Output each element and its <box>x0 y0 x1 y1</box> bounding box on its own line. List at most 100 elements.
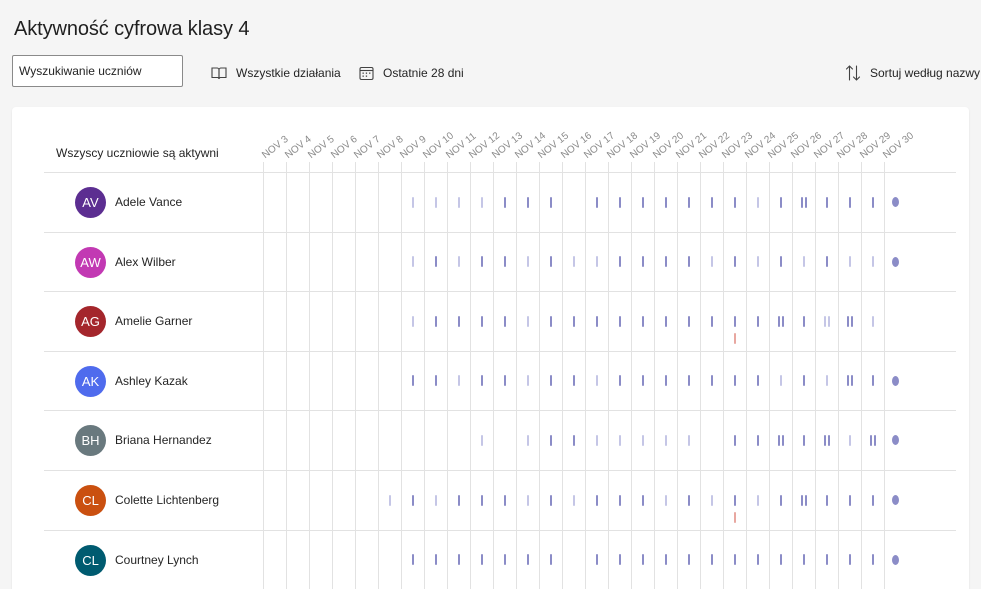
activity-mark <box>848 494 851 506</box>
activity-mark <box>434 256 437 268</box>
activity-mark <box>434 196 437 208</box>
activity-mark <box>595 256 598 268</box>
student-name[interactable]: Alex Wilber <box>115 255 176 269</box>
activity-mark <box>641 196 644 208</box>
search-input[interactable] <box>12 55 183 87</box>
day-column-divider <box>493 162 494 589</box>
activity-mark <box>664 375 667 387</box>
activity-mark <box>595 434 598 446</box>
book-icon <box>211 67 227 80</box>
activity-mark <box>434 315 437 327</box>
activity-mark <box>664 315 667 327</box>
activity-mark <box>850 375 853 387</box>
activity-mark <box>549 434 552 446</box>
day-column-divider <box>608 162 609 589</box>
activity-mark <box>779 554 782 566</box>
activity-mark <box>800 494 803 506</box>
day-column-divider <box>378 162 379 589</box>
day-column-divider <box>263 162 264 589</box>
activity-mark <box>618 494 621 506</box>
activity-mark <box>804 196 807 208</box>
activity-mark <box>733 196 736 208</box>
student-avatar[interactable]: AK <box>75 365 106 397</box>
activity-mark <box>526 375 529 387</box>
activity-mark <box>480 375 483 387</box>
activity-mark <box>641 375 644 387</box>
activity-mark <box>618 196 621 208</box>
activity-mark <box>687 434 690 446</box>
day-column-divider <box>700 162 701 589</box>
activity-mark <box>779 494 782 506</box>
activity-mark <box>618 256 621 268</box>
student-name[interactable]: Adele Vance <box>115 195 182 209</box>
date-range-button[interactable]: Ostatnie 28 dni <box>359 62 464 84</box>
day-column-divider <box>332 162 333 589</box>
activity-mark <box>871 315 874 327</box>
student-name[interactable]: Amelie Garner <box>115 314 192 328</box>
activity-mark <box>733 434 736 446</box>
activity-mark <box>641 256 644 268</box>
activity-status-label: Wszyscy uczniowie są aktywni <box>56 146 219 160</box>
activity-mark <box>618 375 621 387</box>
activity-mark <box>480 315 483 327</box>
activity-mark <box>756 196 759 208</box>
student-name[interactable]: Briana Hernandez <box>115 433 212 447</box>
sort-label: Sortuj według nazwy <box>870 66 981 80</box>
activity-mark <box>526 256 529 268</box>
activity-mark <box>549 315 552 327</box>
activity-mark <box>756 554 759 566</box>
page-title: Aktywność cyfrowa klasy 4 <box>14 18 250 40</box>
student-avatar[interactable]: CL <box>75 485 106 516</box>
activity-mark <box>664 256 667 268</box>
activity-mark <box>710 196 713 208</box>
activity-mark <box>664 196 667 208</box>
activity-alert-mark <box>733 512 736 523</box>
student-name[interactable]: Ashley Kazak <box>115 374 188 388</box>
row-divider <box>44 231 956 233</box>
sort-button[interactable]: Sortuj według nazwy <box>845 62 980 84</box>
activity-mark <box>641 494 644 506</box>
activity-filter-button[interactable]: Wszystkie działania <box>211 62 341 84</box>
activity-mark <box>572 494 575 506</box>
activity-mark <box>549 554 552 566</box>
activity-mark <box>777 434 780 446</box>
activity-mark <box>641 315 644 327</box>
row-divider <box>44 172 956 173</box>
activity-mark <box>434 494 437 506</box>
day-column-divider <box>401 162 402 589</box>
activity-mark <box>411 554 414 566</box>
activity-mark <box>756 434 759 446</box>
activity-dot <box>892 256 899 267</box>
student-avatar[interactable]: AG <box>75 306 106 338</box>
activity-mark <box>710 554 713 566</box>
day-column-divider <box>631 162 632 589</box>
activity-mark <box>687 494 690 506</box>
student-name[interactable]: Colette Lichtenberg <box>115 493 219 507</box>
activity-mark <box>848 554 851 566</box>
activity-mark <box>687 196 690 208</box>
student-avatar[interactable]: AW <box>75 246 106 278</box>
activity-mark <box>802 434 805 446</box>
student-avatar[interactable]: CL <box>75 544 106 576</box>
activity-mark <box>480 554 483 566</box>
student-avatar[interactable]: AV <box>75 187 106 218</box>
activity-mark <box>779 256 782 268</box>
activity-mark <box>825 494 828 506</box>
activity-mark <box>618 554 621 566</box>
activity-mark <box>756 256 759 268</box>
activity-mark <box>572 375 575 387</box>
row-divider <box>44 410 956 412</box>
day-column-divider <box>585 162 586 589</box>
day-column-divider <box>723 162 724 589</box>
day-column-divider <box>309 162 310 589</box>
activity-mark <box>526 494 529 506</box>
activity-mark <box>572 315 575 327</box>
activity-mark <box>526 315 529 327</box>
activity-mark <box>411 196 414 208</box>
row-divider <box>44 529 956 531</box>
activity-mark <box>595 375 598 387</box>
activity-mark <box>827 315 830 327</box>
activity-mark <box>503 494 506 506</box>
activity-mark <box>595 494 598 506</box>
student-name[interactable]: Courtney Lynch <box>115 553 199 567</box>
